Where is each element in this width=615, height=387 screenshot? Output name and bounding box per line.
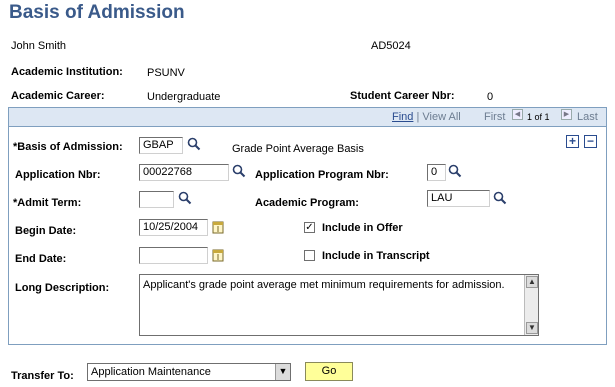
end-date-input[interactable] [139,247,208,264]
search-icon[interactable] [493,191,507,205]
search-icon[interactable] [178,191,192,205]
app-prog-nbr-label: Application Program Nbr: [255,169,389,181]
student-id: AD5024 [371,40,411,52]
include-transcript-label: Include in Transcript [322,250,430,262]
admit-term-input[interactable] [139,191,174,208]
long-desc-text: Applicant's grade point average met mini… [143,279,505,291]
student-career-nbr-label: Student Career Nbr: [350,90,455,102]
add-icon[interactable]: + [566,135,579,148]
app-prog-nbr-input[interactable]: 0 [427,164,446,181]
long-desc-label: Long Description: [15,282,110,294]
student-career-nbr-value: 0 [487,91,494,103]
begin-date-label: Begin Date: [15,225,77,237]
career-label: Academic Career: [11,90,105,102]
last-link[interactable]: Last [577,111,598,123]
transfer-select[interactable]: Application Maintenance ▼ [87,363,291,381]
include-offer-label: Include in Offer [322,222,403,234]
calendar-icon[interactable] [211,220,225,234]
include-transcript-checkbox[interactable] [304,250,315,261]
search-icon[interactable] [232,164,246,178]
scroll-nav: Find | View All [392,111,461,123]
student-name: John Smith [11,40,67,52]
end-date-label: End Date: [15,253,67,265]
find-link[interactable]: Find [392,111,413,123]
app-nbr-label: Application Nbr: [15,169,101,181]
app-nbr-input[interactable]: 00022768 [139,164,229,181]
scroll-down-icon[interactable]: ▼ [526,322,538,334]
career-value: Undergraduate [147,91,221,103]
include-offer-checkbox[interactable]: ✓ [304,222,315,233]
admit-term-label: *Admit Term: [13,197,82,209]
basis-input[interactable]: GBAP [139,137,183,154]
calendar-icon[interactable] [211,248,225,262]
begin-date-input[interactable]: 10/25/2004 [139,219,208,236]
row-position: 1 of 1 [527,112,550,122]
search-icon[interactable] [448,164,462,178]
long-desc-textarea[interactable]: Applicant's grade point average met mini… [139,274,539,336]
basis-description: Grade Point Average Basis [232,143,364,155]
acad-prog-label: Academic Program: [255,197,359,209]
transfer-select-value: Application Maintenance [91,366,211,378]
page-title: Basis of Admission [9,2,185,23]
previous-icon[interactable]: ◀ [512,109,523,120]
delete-icon[interactable]: − [584,135,597,148]
next-icon[interactable]: ▶ [561,109,572,120]
search-icon[interactable] [187,137,201,151]
institution-value: PSUNV [147,67,185,79]
chevron-down-icon[interactable]: ▼ [275,364,290,380]
acad-prog-input[interactable]: LAU [427,190,490,207]
go-button[interactable]: Go [305,362,353,381]
first-link[interactable]: First [484,111,505,123]
scroll-up-icon[interactable]: ▲ [526,276,538,288]
institution-label: Academic Institution: [11,66,123,78]
textarea-scrollbar[interactable]: ▲ ▼ [524,275,538,335]
transfer-label: Transfer To: [11,370,74,382]
basis-label: *Basis of Admission: [13,141,123,153]
view-all-link[interactable]: View All [422,111,460,123]
